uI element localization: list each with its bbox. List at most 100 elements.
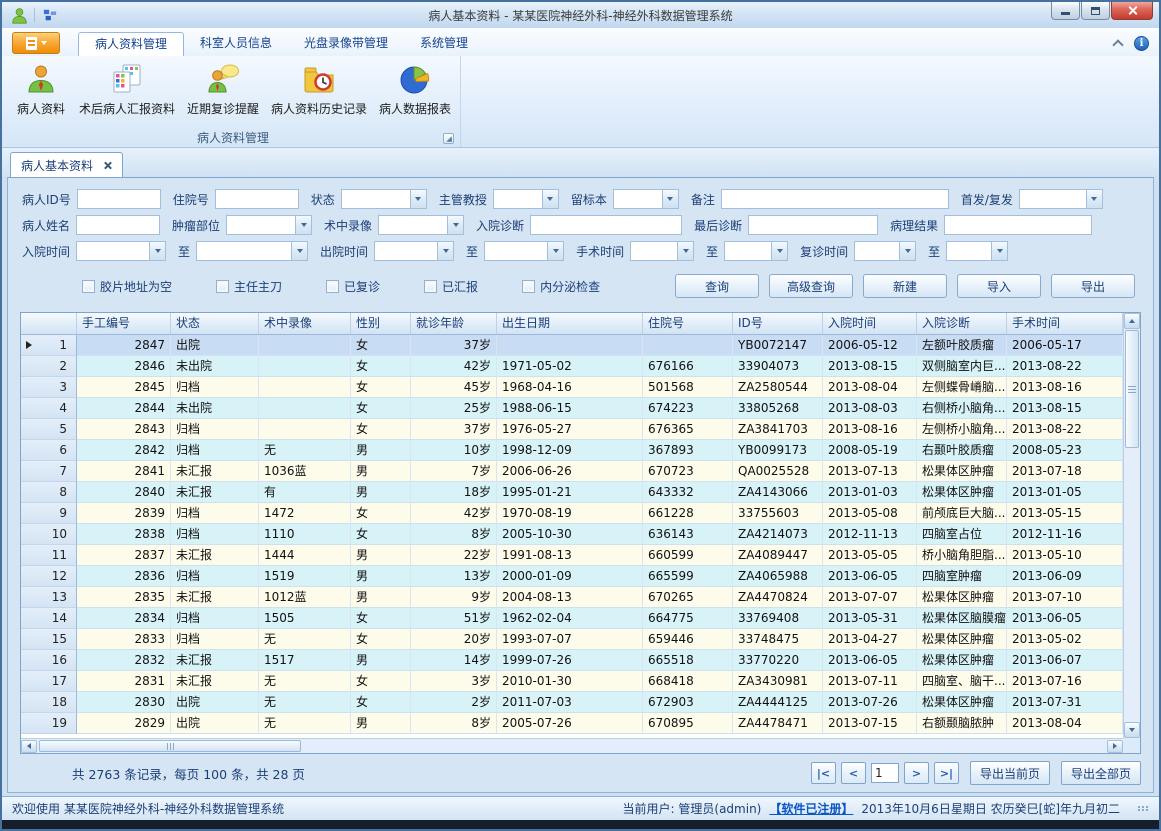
dropdown-arrow-icon[interactable]	[437, 242, 453, 260]
resize-grip[interactable]	[1138, 806, 1149, 811]
prev-page-button[interactable]: <	[841, 762, 866, 784]
filter-checkbox[interactable]: 内分泌检查	[522, 278, 600, 295]
table-row[interactable]: 32845归档女45岁1968-04-16501568ZA25805442013…	[21, 377, 1123, 398]
text-input[interactable]	[530, 215, 682, 235]
dropdown-arrow-icon[interactable]	[662, 190, 678, 208]
text-input[interactable]	[215, 189, 299, 209]
table-row[interactable]: 42844未出院女25岁1988-06-15674223338052682013…	[21, 398, 1123, 419]
dropdown-field[interactable]	[226, 215, 312, 235]
minimize-button[interactable]	[1051, 2, 1080, 20]
text-input[interactable]	[721, 189, 949, 209]
scroll-up-icon[interactable]	[1124, 313, 1140, 329]
dropdown-arrow-icon[interactable]	[291, 242, 307, 260]
table-row[interactable]: 142834归档1505女51岁1962-02-0466477533769408…	[21, 608, 1123, 629]
table-row[interactable]: 172831未汇报无女3岁2010-01-30668418ZA343098120…	[21, 671, 1123, 692]
vscroll-thumb[interactable]	[1125, 330, 1139, 448]
ribbon-button[interactable]: 病人资料历史记录	[266, 58, 372, 119]
help-info-icon[interactable]: i	[1134, 36, 1149, 51]
dropdown-field[interactable]	[630, 241, 694, 261]
ribbon-button[interactable]: 病人数据报表	[374, 58, 456, 119]
scroll-left-icon[interactable]	[21, 740, 37, 753]
action-button[interactable]: 导出	[1051, 274, 1135, 298]
table-row[interactable]: 72841未汇报1036蓝男7岁2006-06-26670723QA002552…	[21, 461, 1123, 482]
collapse-ribbon-icon[interactable]	[1112, 39, 1123, 50]
ribbon-button[interactable]: 近期复诊提醒	[182, 58, 264, 119]
table-row[interactable]: 102838归档1110女8岁2005-10-30636143ZA4214073…	[21, 524, 1123, 545]
ribbon-button[interactable]: 术后病人汇报资料	[74, 58, 180, 119]
column-header[interactable]: 性别	[351, 313, 411, 334]
dropdown-field[interactable]	[724, 241, 788, 261]
filter-checkbox[interactable]: 主任主刀	[216, 278, 282, 295]
dropdown-field[interactable]	[1019, 189, 1103, 209]
table-row[interactable]: 62842归档无男10岁1998-12-09367893YB0099173200…	[21, 440, 1123, 461]
column-header[interactable]: 住院号	[643, 313, 733, 334]
maximize-button[interactable]	[1081, 2, 1110, 20]
dropdown-arrow-icon[interactable]	[542, 190, 558, 208]
filter-checkbox[interactable]: 胶片地址为空	[82, 278, 172, 295]
page-number-input[interactable]	[871, 763, 899, 783]
dropdown-field[interactable]	[341, 189, 427, 209]
column-header[interactable]: 术中录像	[259, 313, 351, 334]
table-row[interactable]: 92839归档1472女42岁1970-08-19661228337556032…	[21, 503, 1123, 524]
scroll-right-icon[interactable]	[1107, 740, 1123, 753]
vertical-scrollbar[interactable]	[1123, 313, 1140, 738]
dropdown-arrow-icon[interactable]	[447, 216, 463, 234]
dropdown-arrow-icon[interactable]	[410, 190, 426, 208]
ribbon-tab[interactable]: 光盘录像带管理	[288, 32, 404, 56]
table-row[interactable]: 12847出院女37岁YB00721472006-05-12左额叶胶质瘤2006…	[21, 335, 1123, 356]
text-input[interactable]	[944, 215, 1092, 235]
table-row[interactable]: 192829出院无男8岁2005-07-26670895ZA4478471201…	[21, 713, 1123, 734]
export-current-page-button[interactable]: 导出当前页	[970, 761, 1050, 785]
dropdown-field[interactable]	[854, 241, 916, 261]
dropdown-field[interactable]	[378, 215, 464, 235]
column-header[interactable]: 就诊年龄	[411, 313, 497, 334]
table-row[interactable]: 152833归档无女20岁1993-07-0765944633748475201…	[21, 629, 1123, 650]
dropdown-arrow-icon[interactable]	[295, 216, 311, 234]
layout-squares-icon[interactable]	[41, 6, 59, 24]
export-all-pages-button[interactable]: 导出全部页	[1061, 761, 1141, 785]
table-row[interactable]: 52843归档女37岁1976-05-27676365ZA38417032013…	[21, 419, 1123, 440]
table-row[interactable]: 82840未汇报有男18岁1995-01-21643332ZA414306620…	[21, 482, 1123, 503]
close-button[interactable]	[1111, 2, 1153, 20]
ribbon-tab[interactable]: 病人资料管理	[78, 32, 184, 56]
dropdown-field[interactable]	[613, 189, 679, 209]
table-row[interactable]: 132835未汇报1012蓝男9岁2004-08-13670265ZA44708…	[21, 587, 1123, 608]
dropdown-arrow-icon[interactable]	[899, 242, 915, 260]
action-button[interactable]: 查询	[675, 274, 759, 298]
table-row[interactable]: 122836归档1519男13岁2000-01-09665599ZA406598…	[21, 566, 1123, 587]
column-header[interactable]: 出生日期	[497, 313, 643, 334]
action-button[interactable]: 高级查询	[769, 274, 853, 298]
table-row[interactable]: 112837未汇报1444男22岁1991-08-13660599ZA40894…	[21, 545, 1123, 566]
software-registered-link[interactable]: 【软件已注册】	[769, 800, 853, 817]
dropdown-field[interactable]	[493, 189, 559, 209]
dropdown-arrow-icon[interactable]	[149, 242, 165, 260]
dropdown-arrow-icon[interactable]	[1086, 190, 1102, 208]
table-row[interactable]: 182830出院无女2岁2011-07-03672903ZA4444125201…	[21, 692, 1123, 713]
last-page-button[interactable]: >|	[934, 762, 959, 784]
ribbon-button[interactable]: 病人资料	[10, 58, 72, 119]
column-header[interactable]: 入院诊断	[917, 313, 1007, 334]
text-input[interactable]	[748, 215, 878, 235]
dropdown-field[interactable]	[374, 241, 454, 261]
dialog-launcher-icon[interactable]	[443, 133, 454, 144]
filter-checkbox[interactable]: 已汇报	[424, 278, 478, 295]
ribbon-tab[interactable]: 科室人员信息	[184, 32, 288, 56]
action-button[interactable]: 新建	[863, 274, 947, 298]
dropdown-arrow-icon[interactable]	[547, 242, 563, 260]
dropdown-field[interactable]	[946, 241, 1008, 261]
text-input[interactable]	[77, 189, 161, 209]
tab-patient-basic-info[interactable]: 病人基本资料	[10, 152, 123, 177]
dropdown-field[interactable]	[76, 241, 166, 261]
column-header[interactable]: ID号	[733, 313, 823, 334]
column-header[interactable]: 手工编号	[77, 313, 171, 334]
column-header[interactable]: 入院时间	[823, 313, 917, 334]
dropdown-arrow-icon[interactable]	[771, 242, 787, 260]
scroll-down-icon[interactable]	[1124, 722, 1140, 738]
column-header[interactable]: 状态	[171, 313, 259, 334]
application-menu-button[interactable]	[12, 32, 60, 54]
action-button[interactable]: 导入	[957, 274, 1041, 298]
dropdown-field[interactable]	[196, 241, 308, 261]
text-input[interactable]	[76, 215, 160, 235]
table-row[interactable]: 22846未出院女42岁1971-05-02676166339040732013…	[21, 356, 1123, 377]
filter-checkbox[interactable]: 已复诊	[326, 278, 380, 295]
